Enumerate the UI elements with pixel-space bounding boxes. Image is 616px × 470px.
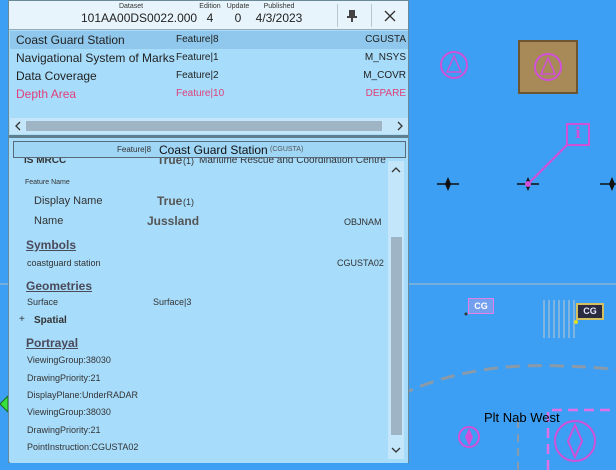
portrayal-line: DisplayPlane:UnderRADAR (27, 390, 139, 400)
geometry-label: Surface (27, 297, 59, 307)
detail-feature-name: Coast Guard Station (159, 143, 268, 157)
feature-name: Depth Area (16, 87, 77, 101)
scroll-left-icon[interactable] (13, 121, 23, 131)
scroll-up-icon[interactable] (391, 165, 401, 175)
feature-name-label: Feature Name (25, 179, 70, 186)
name-value: Jussland (147, 214, 200, 228)
vertical-scroll-thumb[interactable] (391, 237, 402, 435)
display-name-count: (1) (183, 197, 194, 207)
place-label: Plt Nab West (484, 410, 560, 425)
feature-row[interactable]: Navigational System of Marks Feature|1 M… (10, 49, 408, 67)
feature-name: Coast Guard Station (16, 33, 125, 47)
pin-button[interactable] (338, 4, 366, 27)
feature-row[interactable]: Depth Area Feature|10 DEPARE (10, 85, 408, 103)
feature-name: Data Coverage (16, 69, 97, 83)
spatial-toggle[interactable]: + (19, 314, 25, 325)
close-icon (384, 10, 396, 21)
feature-code: M_COVR (363, 70, 406, 81)
symbol-name: coastguard station (27, 258, 101, 268)
geometry-value: Surface|3 (153, 297, 192, 307)
feature-info-panel: Dataset 101AA00DS0022.000 Edition 4 Upda… (8, 0, 409, 463)
name-label: Name (34, 215, 64, 227)
display-name-value: True (157, 194, 183, 208)
horizontal-scrollbar[interactable] (10, 118, 408, 134)
portrayal-line: DrawingPriority:21 (27, 373, 101, 383)
portrayal-line: PointInstruction:CGUSTA02 (27, 442, 139, 452)
detail-title-bar: Feature|8 Coast Guard Station (CGUSTA) (13, 141, 406, 158)
feature-row[interactable]: Coast Guard Station Feature|8 CGUSTA (10, 31, 408, 49)
info-icon[interactable]: i (571, 124, 585, 142)
scroll-down-icon[interactable] (391, 445, 401, 455)
dataset-label: Dataset (118, 3, 144, 10)
vertical-scrollbar[interactable] (388, 161, 404, 459)
published-value: 4/3/2023 (255, 11, 303, 25)
cg-symbol-box[interactable]: CG (576, 303, 604, 320)
portrayal-line: DrawingPriority:21 (27, 425, 101, 435)
spatial-label[interactable]: Spatial (34, 315, 67, 326)
display-name-label: Display Name (34, 195, 103, 207)
feature-list: Coast Guard Station Feature|8 CGUSTA Nav… (10, 31, 408, 119)
close-button[interactable] (376, 4, 404, 27)
portrayal-header: Portrayal (26, 336, 79, 350)
feature-detail: IS MRCC True (1) Maritime Rescue and Coo… (10, 138, 408, 463)
feature-type: Feature|2 (176, 70, 219, 81)
dataset-header: Dataset 101AA00DS0022.000 Edition 4 Upda… (9, 1, 408, 30)
published-label: Published (263, 3, 295, 10)
portrayal-line: ViewingGroup:38030 (27, 407, 111, 417)
scroll-right-icon[interactable] (395, 121, 405, 131)
cg-label-box[interactable]: CG (468, 298, 494, 314)
symbol-code: CGUSTA02 (337, 258, 384, 268)
feature-code: DEPARE (365, 88, 406, 99)
horizontal-scroll-thumb[interactable] (26, 121, 382, 131)
detail-feature-type: Feature|8 (117, 145, 152, 154)
portrayal-line: ViewingGroup:38030 (27, 355, 111, 365)
detail-feature-code: (CGUSTA) (270, 146, 304, 153)
dataset-value: 101AA00DS0022.000 (81, 11, 198, 25)
feature-code: M_NSYS (364, 52, 406, 63)
feature-type: Feature|8 (176, 34, 219, 45)
geometries-header: Geometries (26, 279, 93, 293)
update-value: 0 (234, 11, 242, 25)
edition-label: Edition (199, 3, 221, 10)
feature-type: Feature|1 (176, 52, 219, 63)
pin-icon (347, 9, 357, 22)
feature-code: CGUSTA (365, 34, 406, 45)
update-label: Update (226, 3, 250, 10)
feature-row[interactable]: Data Coverage Feature|2 M_COVR (10, 67, 408, 85)
name-code: OBJNAM (344, 217, 382, 227)
symbols-header: Symbols (26, 238, 77, 252)
feature-name: Navigational System of Marks (16, 51, 175, 65)
feature-type: Feature|10 (176, 88, 225, 99)
edition-value: 4 (206, 11, 214, 25)
